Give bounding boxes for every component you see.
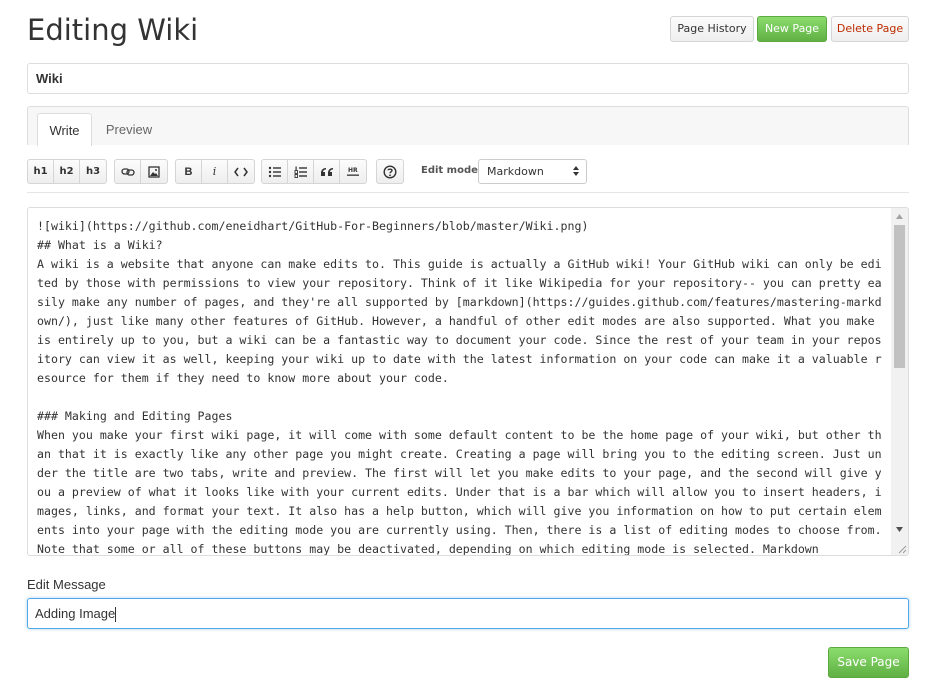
image-button[interactable]: [141, 160, 167, 183]
bold-icon: B: [184, 165, 193, 178]
editor-scrollbar[interactable]: [891, 208, 908, 555]
link-button[interactable]: [115, 160, 141, 183]
resize-handle-icon[interactable]: [897, 544, 907, 554]
save-page-button[interactable]: Save Page: [828, 647, 909, 678]
format-button-group: B i: [175, 159, 255, 184]
list-button-group: HR: [261, 159, 367, 184]
bold-button[interactable]: B: [176, 160, 202, 183]
edit-mode-label: Edit mode:: [421, 165, 482, 176]
select-arrows-icon: [573, 166, 579, 176]
wiki-content-editor[interactable]: ![wiki](https://github.com/eneidhart/Git…: [27, 207, 909, 556]
page-history-button[interactable]: Page History: [670, 16, 754, 42]
tab-preview[interactable]: Preview: [98, 113, 160, 146]
scroll-up-arrow-icon[interactable]: [891, 208, 908, 225]
edit-message-input[interactable]: Adding Image: [27, 598, 909, 629]
editor-tab-bar: Write Preview: [27, 106, 909, 146]
help-icon: [383, 164, 397, 179]
edit-message-value: Adding Image: [35, 606, 116, 621]
italic-icon: i: [212, 165, 217, 178]
help-button-group: [376, 159, 404, 184]
edit-mode-select[interactable]: Markdown: [478, 159, 587, 184]
horizontal-rule-icon: HR: [347, 167, 359, 176]
horizontal-rule-button[interactable]: HR: [340, 160, 366, 183]
code-icon: [234, 167, 248, 176]
link-icon: [120, 167, 135, 176]
delete-page-button[interactable]: Delete Page: [831, 16, 909, 42]
svg-text:HR: HR: [348, 167, 358, 174]
blockquote-button[interactable]: [314, 160, 340, 183]
help-button[interactable]: [377, 160, 403, 183]
code-button[interactable]: [228, 160, 254, 183]
bullet-list-button[interactable]: [262, 160, 288, 183]
heading-button-group: h1 h2 h3: [27, 159, 107, 184]
wiki-title-input[interactable]: Wiki: [27, 63, 909, 94]
text-caret: [115, 607, 117, 623]
h3-button[interactable]: h3: [80, 160, 106, 183]
numbered-list-button[interactable]: [288, 160, 314, 183]
blockquote-icon: [320, 167, 333, 176]
numbered-list-icon: [294, 166, 307, 178]
h2-button[interactable]: h2: [54, 160, 80, 183]
h1-button[interactable]: h1: [28, 160, 54, 183]
bullet-list-icon: [268, 166, 281, 177]
new-page-button[interactable]: New Page: [757, 16, 827, 42]
scroll-thumb[interactable]: [894, 225, 905, 368]
edit-message-label: Edit Message: [27, 577, 106, 592]
media-button-group: [114, 159, 168, 184]
page-title: Editing Wiki: [27, 13, 199, 47]
image-icon: [148, 165, 160, 178]
tab-write[interactable]: Write: [37, 113, 92, 146]
italic-button[interactable]: i: [202, 160, 228, 183]
scroll-down-arrow-icon[interactable]: [891, 521, 908, 538]
editor-textarea[interactable]: ![wiki](https://github.com/eneidhart/Git…: [37, 217, 887, 555]
edit-mode-value: Markdown: [487, 165, 544, 178]
toolbar-divider: [27, 192, 909, 193]
